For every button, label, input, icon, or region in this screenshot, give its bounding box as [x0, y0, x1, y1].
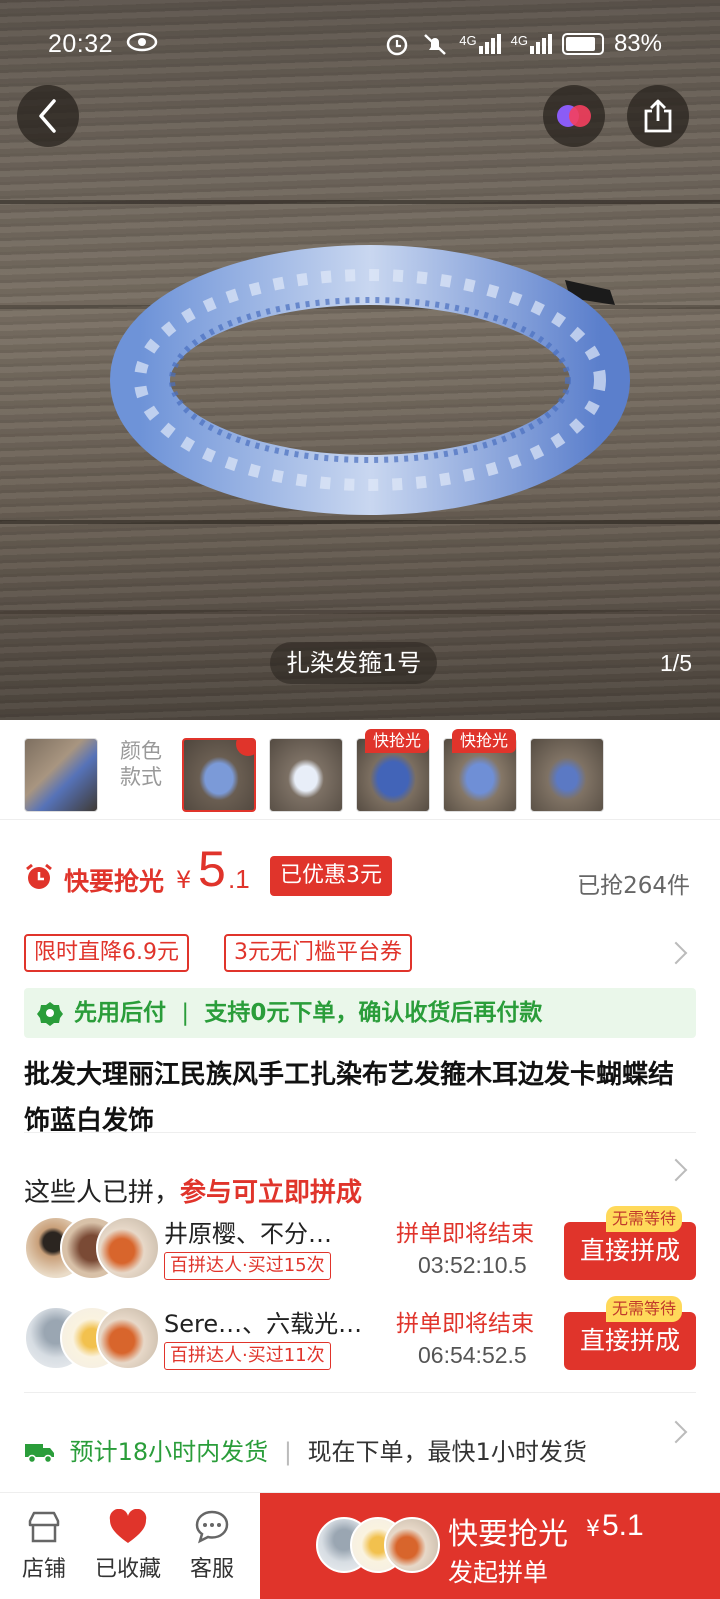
avatar-group	[24, 1216, 160, 1280]
share-icon	[644, 99, 672, 133]
group-buy-header[interactable]: 这些人已拼，参与可立即拼成	[24, 1172, 362, 1209]
product-title: 批发大理丽江民族风手工扎染布艺发箍木耳边发卡蝴蝶结饰蓝白发饰	[24, 1060, 675, 1136]
hot-tag: 快抢光	[452, 729, 516, 753]
buy-label: 快要抢光	[448, 1517, 568, 1552]
chat-icon	[195, 1510, 229, 1544]
share-button[interactable]	[627, 85, 689, 147]
alarm-icon	[387, 34, 408, 56]
chevron-left-icon	[39, 99, 56, 133]
group-status: 拼单即将结束	[396, 1311, 534, 1337]
shipping-title: 预计18小时内发货	[69, 1438, 269, 1466]
share-app-button[interactable]	[543, 85, 605, 147]
signal-4g-icon: 4G	[511, 34, 552, 54]
status-time: 20:32	[48, 30, 114, 58]
variant-thumb-selected[interactable]	[182, 738, 256, 812]
chevron-right-icon[interactable]	[664, 941, 688, 965]
variant-thumb[interactable]: 快抢光	[356, 729, 430, 812]
no-wait-tag: 无需等待	[606, 1296, 683, 1322]
avatar-group	[316, 1517, 440, 1577]
battery-percent: 83%	[613, 30, 662, 57]
favorite-label: 已收藏	[94, 1557, 161, 1582]
product-image-carousel[interactable]: 20:32 4G 4G 83% 扎染发箍1号 1/5	[0, 0, 720, 720]
divider	[24, 1132, 696, 1133]
start-group-buy-button[interactable]: 快要抢光 ¥ 5.1 发起拼单	[260, 1493, 720, 1599]
buy-sub-label: 发起拼单	[448, 1558, 549, 1587]
countdown-timer: 03:52:10.5	[418, 1252, 527, 1278]
divider	[24, 1392, 696, 1393]
back-button[interactable]	[17, 85, 79, 147]
eye-icon	[126, 32, 158, 52]
signal-4g-icon: 4G	[459, 34, 501, 54]
pay-later-text: 支持0元下单，确认收货后再付款	[204, 1000, 543, 1026]
status-bar: 20:32 4G 4G 83%	[0, 0, 720, 90]
wood-plank-line	[0, 200, 720, 204]
group-status: 拼单即将结束	[396, 1221, 534, 1247]
coupon-platform[interactable]: 3元无门槛平台券	[224, 934, 412, 972]
favorite-button[interactable]: 已收藏	[88, 1493, 168, 1599]
variant-thumb[interactable]: 快抢光	[443, 729, 517, 812]
truck-icon	[25, 1444, 54, 1464]
sold-count: 已抢264件	[577, 873, 690, 899]
variant-thumb[interactable]	[269, 738, 343, 812]
variant-thumb[interactable]	[24, 738, 98, 812]
badge-shield-icon	[37, 1002, 63, 1026]
avatar	[96, 1216, 160, 1280]
buy-price: 5.1	[602, 1509, 644, 1542]
store-button[interactable]: 店铺	[4, 1493, 84, 1599]
bottom-action-bar: 店铺 已收藏 客服 快要抢光 ¥ 5.1 发起拼单	[0, 1492, 720, 1599]
mute-bell-icon	[424, 34, 447, 55]
alarm-clock-icon	[26, 863, 52, 889]
variant-thumb[interactable]	[530, 738, 604, 812]
hot-tag: 快抢光	[365, 729, 429, 753]
price-decimal: .1	[228, 864, 250, 894]
avatar	[384, 1517, 440, 1573]
price-row: 快要抢光 ¥ 5 .1 已优惠3元 已抢264件	[0, 840, 720, 930]
buy-currency: ¥	[586, 1517, 600, 1542]
image-counter: 1/5	[660, 650, 692, 676]
price-integer: 5	[198, 841, 226, 897]
wood-plank-line	[0, 610, 720, 614]
battery-icon	[561, 33, 604, 55]
store-icon	[28, 1511, 60, 1543]
group-members: 井原樱、不分…	[164, 1220, 332, 1248]
group-row: Sere…、六载光… 百拼达人·买过11次 拼单即将结束 06:54:52.5 …	[0, 1296, 720, 1378]
pay-later-banner[interactable]: 先用后付 | 支持0元下单，确认收货后再付款	[24, 988, 696, 1038]
app-logo-icon	[557, 105, 591, 127]
fire-icon	[236, 740, 254, 756]
headband-photo	[110, 245, 630, 515]
variant-label: 颜色款式	[120, 739, 162, 789]
variant-selector: 颜色款式 快抢光 快抢光	[0, 720, 720, 820]
countdown-timer: 06:54:52.5	[418, 1342, 527, 1368]
member-badge: 百拼达人·买过11次	[164, 1342, 331, 1370]
heart-icon	[109, 1509, 147, 1543]
group-row: 井原樱、不分… 百拼达人·买过15次 拼单即将结束 03:52:10.5 直接拼…	[0, 1206, 720, 1288]
discount-badge: 已优惠3元	[270, 856, 392, 896]
no-wait-tag: 无需等待	[606, 1206, 683, 1232]
pay-later-title: 先用后付	[74, 1000, 166, 1026]
image-caption: 扎染发箍1号	[270, 642, 438, 684]
group-members: Sere…、六载光…	[164, 1310, 363, 1338]
service-label: 客服	[189, 1557, 234, 1582]
coupon-direct-drop[interactable]: 限时直降6.9元	[24, 934, 189, 972]
chevron-right-icon[interactable]	[664, 1420, 688, 1444]
store-label: 店铺	[21, 1557, 66, 1582]
chevron-right-icon[interactable]	[664, 1158, 688, 1182]
avatar	[96, 1306, 160, 1370]
flash-sale-label: 快要抢光	[64, 867, 165, 896]
shipping-text: 现在下单，最快1小时发货	[307, 1438, 587, 1466]
shipping-info[interactable]: 预计18小时内发货 | 现在下单，最快1小时发货	[24, 1432, 587, 1467]
price-currency: ¥	[176, 866, 192, 894]
customer-service-button[interactable]: 客服	[172, 1493, 252, 1599]
avatar-group	[24, 1306, 160, 1370]
member-badge: 百拼达人·买过15次	[164, 1252, 331, 1280]
